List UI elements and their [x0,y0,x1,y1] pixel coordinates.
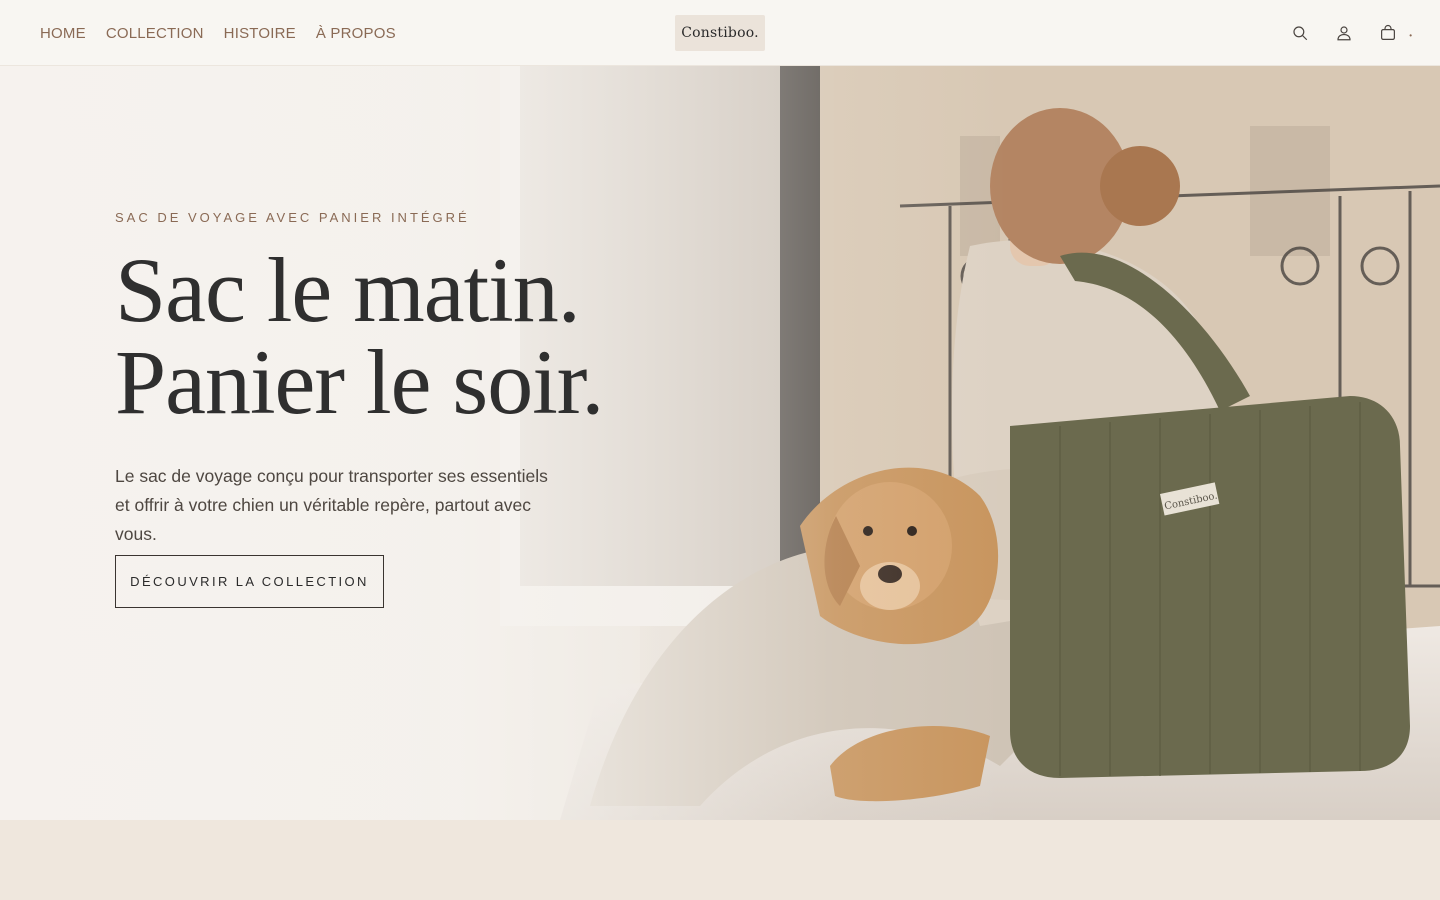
brand-logo[interactable]: Constiboo. [675,15,765,51]
hero-eyebrow: SAC DE VOYAGE AVEC PANIER INTÉGRÉ [115,210,470,225]
search-icon [1293,26,1308,41]
hero-headline-line-1: Sac le matin. [115,239,581,341]
hero-image [0,66,1440,820]
hero-section: SAC DE VOYAGE AVEC PANIER INTÉGRÉ Sac le… [0,66,1440,820]
hero-headline-line-2: Panier le soir. [115,331,604,433]
nav-histoire-link[interactable]: HISTOIRE [224,25,296,42]
cart-count-badge: • [1409,30,1412,40]
nav-collection-link[interactable]: COLLECTION [106,25,204,42]
hero-headline: Sac le matin. Panier le soir. [115,239,604,433]
below-fold-section [0,820,1440,900]
nav-home-link[interactable]: HOME [40,25,86,42]
header-icons: • [1287,0,1412,66]
cart-icon [1381,24,1396,40]
main-nav: HOME COLLECTION HISTOIRE À PROPOS [40,0,396,66]
search-button[interactable] [1287,20,1313,46]
cart-button[interactable] [1375,20,1401,46]
site-header: HOME COLLECTION HISTOIRE À PROPOS Consti… [0,0,1440,66]
account-button[interactable] [1331,20,1357,46]
discover-collection-button[interactable]: DÉCOUVRIR LA COLLECTION [115,555,384,608]
nav-a-propos-link[interactable]: À PROPOS [316,25,396,42]
account-icon [1337,26,1351,41]
hero-subtitle: Le sac de voyage conçu pour transporter … [115,466,548,544]
